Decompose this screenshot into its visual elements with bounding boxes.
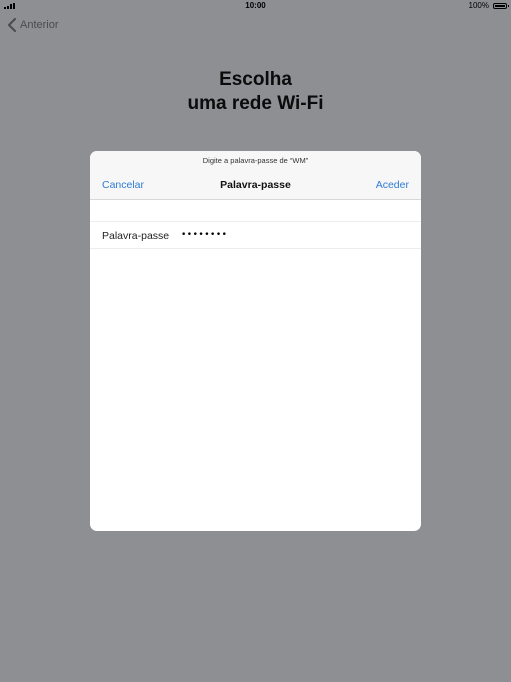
page-title: Escolha uma rede Wi-Fi xyxy=(0,68,511,116)
password-label: Palavra-passe xyxy=(102,230,170,242)
dialog-prompt: Digite a palavra-passe de “WM” xyxy=(202,156,309,165)
dialog-header: Digite a palavra-passe de “WM” Cancelar … xyxy=(90,151,421,200)
status-bar: 10:00 100% xyxy=(0,0,511,12)
chevron-left-icon xyxy=(8,18,16,32)
password-dialog: Digite a palavra-passe de “WM” Cancelar … xyxy=(90,151,421,531)
battery-icon xyxy=(493,3,509,9)
join-button[interactable]: Aceder xyxy=(376,179,409,191)
dialog-spacer xyxy=(90,200,421,222)
status-time: 10:00 xyxy=(245,1,266,10)
back-button-label: Anterior xyxy=(20,19,59,31)
page-title-line-1: Escolha xyxy=(219,69,292,90)
dialog-title: Palavra-passe xyxy=(220,179,291,191)
password-row: Palavra-passe xyxy=(90,222,421,249)
password-input[interactable] xyxy=(181,227,401,243)
page-title-line-2: uma rede Wi-Fi xyxy=(187,93,324,114)
back-button[interactable]: Anterior xyxy=(7,17,59,33)
battery-percentage: 100% xyxy=(468,1,489,10)
